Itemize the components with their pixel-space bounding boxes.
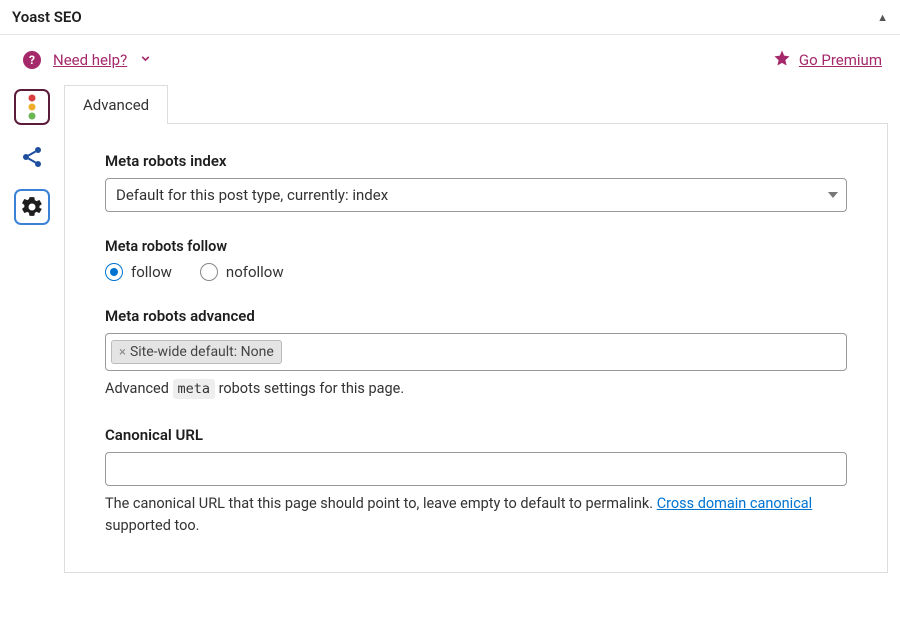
tab-advanced[interactable]: [14, 189, 50, 225]
tag-chip[interactable]: × Site-wide default: None: [111, 340, 282, 364]
share-icon: [20, 145, 44, 169]
tab-readability[interactable]: [14, 89, 50, 125]
radio-indicator: [200, 263, 218, 281]
label-meta-robots-advanced: Meta robots advanced: [105, 307, 847, 325]
tag-chip-label: Site-wide default: None: [130, 344, 274, 360]
collapse-icon[interactable]: ▲: [877, 11, 888, 24]
help-text-canonical: The canonical URL that this page should …: [105, 493, 847, 537]
tab-social[interactable]: [14, 139, 50, 175]
help-text-prefix: Advanced: [105, 380, 173, 397]
code-meta: meta: [173, 379, 216, 399]
gear-icon: [20, 195, 44, 219]
help-link[interactable]: Need help?: [53, 51, 127, 69]
help-bar: ? Need help? Go Premium: [0, 35, 900, 85]
canonical-help-text: The canonical URL that this page should …: [105, 495, 657, 512]
panel-body: Meta robots index Default for this post …: [64, 123, 888, 573]
radio-indicator: [105, 263, 123, 281]
cross-domain-link[interactable]: Cross domain canonical: [657, 495, 813, 512]
main-panel: Advanced Meta robots index Default for t…: [64, 85, 888, 573]
go-premium-label: Go Premium: [799, 51, 882, 69]
tab-label-advanced[interactable]: Advanced: [64, 85, 168, 124]
field-canonical-url: Canonical URL The canonical URL that thi…: [105, 426, 847, 537]
radio-nofollow[interactable]: nofollow: [200, 263, 284, 281]
label-meta-robots-index: Meta robots index: [105, 152, 847, 170]
sidebar-tabs: [14, 85, 50, 225]
label-canonical-url: Canonical URL: [105, 426, 847, 444]
radio-follow[interactable]: follow: [105, 263, 172, 281]
question-icon: ?: [23, 51, 41, 69]
help-text-suffix: robots settings for this page.: [215, 380, 404, 397]
tag-input-advanced[interactable]: × Site-wide default: None: [105, 333, 847, 371]
field-meta-robots-index: Meta robots index Default for this post …: [105, 152, 847, 212]
select-meta-robots-index[interactable]: Default for this post type, currently: i…: [105, 178, 847, 212]
close-icon[interactable]: ×: [119, 345, 126, 360]
traffic-light-icon: [26, 93, 38, 121]
panel-title: Yoast SEO: [12, 8, 82, 26]
metabox-header[interactable]: Yoast SEO ▲: [0, 0, 900, 35]
label-meta-robots-follow: Meta robots follow: [105, 238, 847, 255]
chevron-down-icon: [828, 192, 838, 198]
go-premium-link[interactable]: Go Premium: [773, 49, 882, 71]
canonical-help-tail: supported too.: [105, 517, 199, 534]
input-canonical-url[interactable]: [105, 452, 847, 486]
star-icon: [773, 49, 791, 71]
chevron-down-icon[interactable]: [139, 52, 152, 69]
radio-group-follow: follow nofollow: [105, 263, 847, 281]
help-left: ? Need help?: [23, 51, 152, 69]
help-text-advanced: Advanced meta robots settings for this p…: [105, 378, 847, 400]
field-meta-robots-advanced: Meta robots advanced × Site-wide default…: [105, 307, 847, 400]
radio-label-nofollow: nofollow: [226, 263, 284, 281]
field-meta-robots-follow: Meta robots follow follow nofollow: [105, 238, 847, 281]
radio-dot-icon: [110, 268, 118, 276]
radio-label-follow: follow: [131, 263, 172, 281]
content-area: Advanced Meta robots index Default for t…: [0, 85, 900, 585]
select-value: Default for this post type, currently: i…: [116, 186, 388, 204]
